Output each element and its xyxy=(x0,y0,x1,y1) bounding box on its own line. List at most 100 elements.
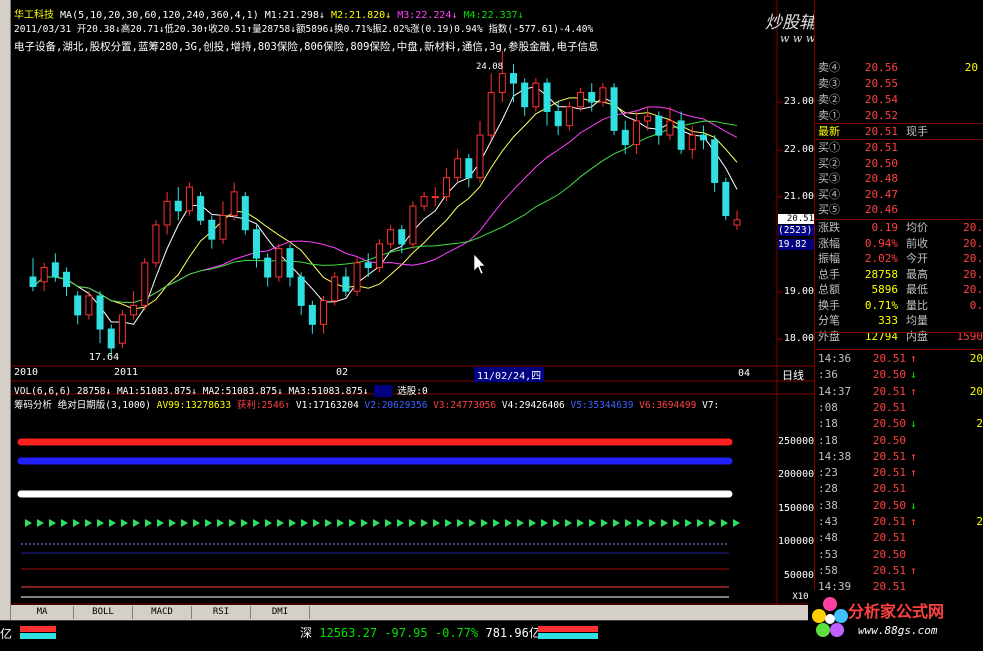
stat-value-2: 20. xyxy=(963,236,983,250)
chip-arrow-marker xyxy=(553,519,560,527)
tab-rsi[interactable]: RSI xyxy=(192,606,251,619)
chip-arrow-marker xyxy=(589,519,596,527)
buy-price: 20.48 xyxy=(864,172,898,185)
candle-body xyxy=(331,276,339,302)
logo-brand: 分析家公式网 xyxy=(848,602,945,621)
candle-body xyxy=(532,82,540,108)
tab-macd[interactable]: MACD xyxy=(133,606,192,619)
tick-dir: ↓ xyxy=(910,368,917,382)
candle-body xyxy=(409,205,417,245)
stat-value-2: 20. xyxy=(963,252,983,265)
quote-separator xyxy=(814,219,983,220)
candle-body xyxy=(252,229,260,259)
candle-body xyxy=(677,120,685,150)
chip-arrow-marker xyxy=(421,519,428,527)
stat-key: 总额 xyxy=(818,283,840,296)
price-axis-23: 23.00 xyxy=(783,96,814,107)
chip-arrow-marker xyxy=(85,519,92,527)
stat-key-2: 均量 xyxy=(906,314,928,327)
tick-price: 20.50 xyxy=(872,417,906,431)
low-mark-label: 17.64 xyxy=(89,352,120,363)
chip-arrow-marker xyxy=(601,519,608,527)
tick-time: 14:37 xyxy=(818,384,852,398)
sell-label: 卖① xyxy=(818,109,840,122)
candle-body xyxy=(174,200,182,212)
tick-time: :18 xyxy=(818,433,838,447)
tick-price: 20.50 xyxy=(872,433,906,447)
chip-v1: V1:17163204 xyxy=(295,400,359,411)
status-bar-red-2 xyxy=(538,626,598,632)
chip-v5: V5:35344639 xyxy=(570,400,634,411)
candle-body xyxy=(588,92,596,103)
quote-separator xyxy=(814,123,983,124)
stat-key: 涨跌 xyxy=(818,221,840,234)
candle-body xyxy=(51,262,59,278)
candle-body xyxy=(521,82,529,108)
tick-dir: ↑ xyxy=(910,352,917,365)
tick-dir: ↑ xyxy=(910,466,917,480)
chip-profit: 获利:2546↑ xyxy=(236,400,291,411)
tick-vol: 20 xyxy=(969,352,983,365)
chip-arrow-marker xyxy=(637,519,644,527)
stat-key: 分笔 xyxy=(818,314,840,327)
candle-body xyxy=(275,248,283,278)
candle-body xyxy=(241,196,249,231)
chip-name[interactable]: 筹码分析 绝对日期版(3,1000) xyxy=(14,400,151,411)
chip-arrow-marker xyxy=(409,519,416,527)
candle-body xyxy=(197,196,205,221)
chip-arrow-marker xyxy=(349,519,356,527)
candle-body xyxy=(364,262,372,269)
chip-v6: V6:3694499 xyxy=(639,400,697,411)
chip-arrow-marker xyxy=(205,519,212,527)
stock-name[interactable]: 华工科技 xyxy=(14,10,54,21)
chip-arrow-marker xyxy=(577,519,584,527)
tab-boll[interactable]: BOLL xyxy=(74,606,133,619)
index-ticker[interactable]: 深 12563.27 -97.95 -0.77% 781.96亿 xyxy=(300,624,541,641)
chip-arrow-marker xyxy=(97,519,104,527)
stat-key-2: 最低 xyxy=(906,283,928,296)
ma-m3: M3:22.224↓ xyxy=(397,10,458,21)
tick-time: :48 xyxy=(818,531,838,545)
select-stock-count: 选股:0 xyxy=(397,386,428,397)
stat-key-2: 均价 xyxy=(906,221,928,234)
kline-chart-panel[interactable] xyxy=(11,0,814,605)
candle-body xyxy=(610,87,618,131)
candle-body xyxy=(711,139,719,183)
ma-line-green xyxy=(32,120,738,304)
period-selector[interactable]: 日线 xyxy=(782,367,804,383)
candle-body xyxy=(722,181,730,217)
tick-time: :28 xyxy=(818,482,838,496)
sell-label: 卖④ xyxy=(818,61,840,74)
buy-price: 20.51 xyxy=(864,141,898,154)
tick-price: 20.51 xyxy=(872,482,906,496)
candle-body xyxy=(733,219,741,226)
candle-body xyxy=(666,120,674,136)
buy-price: 20.46 xyxy=(864,203,898,216)
tick-vol: 20 xyxy=(969,384,983,398)
tick-time: :08 xyxy=(818,400,838,414)
candle-body xyxy=(442,177,450,198)
candle-body xyxy=(498,73,506,94)
tab-dmi[interactable]: DMI xyxy=(251,606,310,619)
tick-dir: ↑ xyxy=(910,515,917,528)
chip-arrow-marker xyxy=(145,519,152,527)
candle-body xyxy=(264,257,272,278)
candle-body xyxy=(510,73,518,84)
sell-price: 20.54 xyxy=(864,93,898,106)
chip-axis-150000: 150000 xyxy=(778,503,815,514)
tab-ma[interactable]: MA xyxy=(11,606,74,619)
tick-price: 20.51 xyxy=(872,563,906,577)
chip-arrow-marker xyxy=(241,519,248,527)
tick-time: 14:36 xyxy=(818,352,852,365)
stat-key-2: 量比 xyxy=(906,298,928,312)
tick-price: 20.51 xyxy=(872,515,906,528)
tick-vol: 2 xyxy=(976,515,983,528)
chip-axis-100000: 100000 xyxy=(778,536,815,547)
candle-body xyxy=(487,92,495,136)
index-value: 12563.27 xyxy=(319,626,378,640)
status-bar-cyan xyxy=(20,633,56,639)
candle-body xyxy=(699,134,707,141)
tick-price: 20.51 xyxy=(872,466,906,480)
chip-indicator-line: 筹码分析 绝对日期版(3,1000) AV99:13278633 获利:2546… xyxy=(14,397,719,411)
indicator-header-1: 华工科技 MA(5,10,20,30,60,120,240,360,4,1) M… xyxy=(14,10,524,22)
